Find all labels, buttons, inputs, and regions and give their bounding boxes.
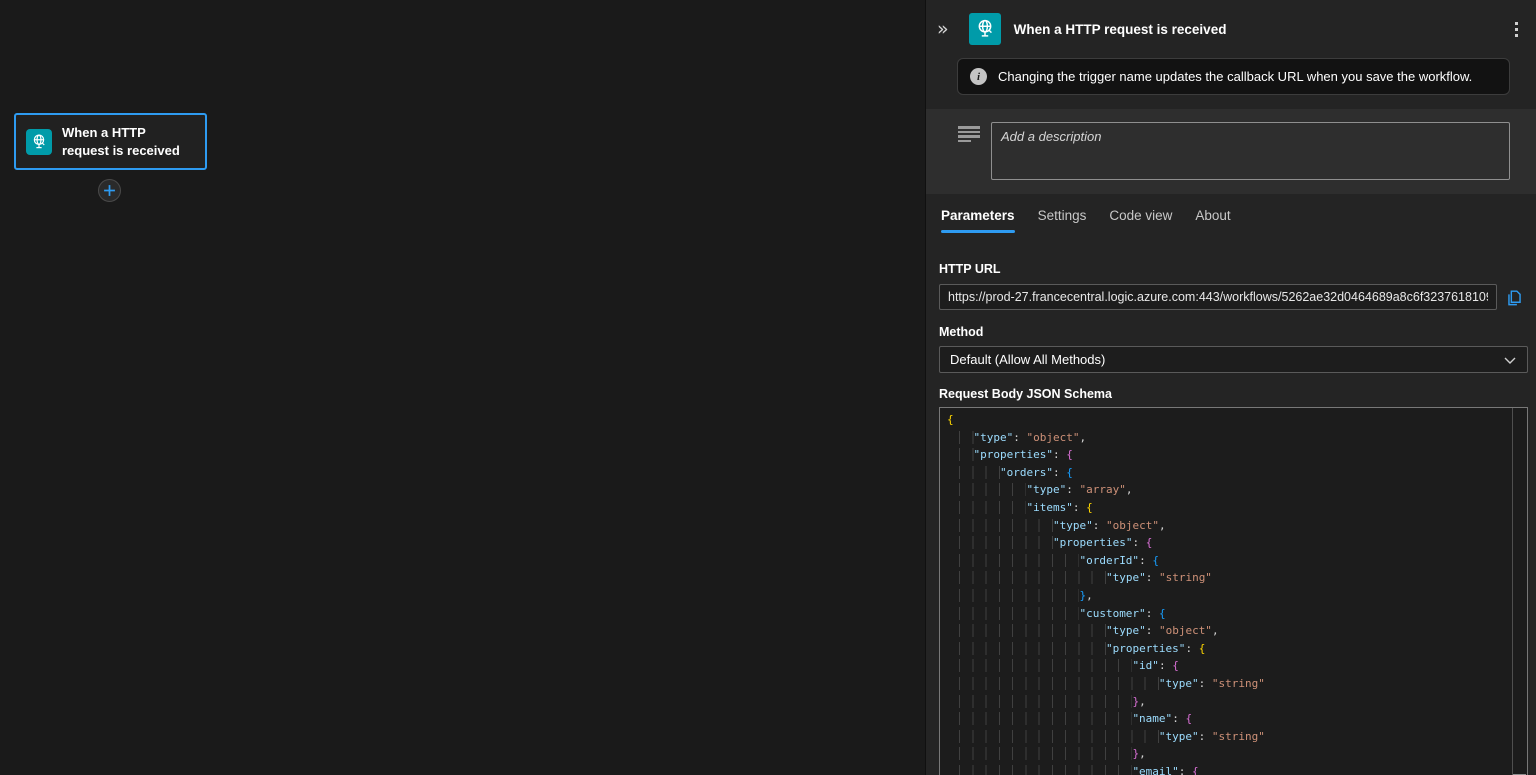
json-schema-editor[interactable]: { "type": "object", "properties": { "ord… bbox=[939, 407, 1528, 775]
http-url-label: HTTP URL bbox=[939, 262, 1527, 276]
add-action-button[interactable] bbox=[98, 179, 121, 202]
description-icon bbox=[958, 126, 980, 180]
panel-header: » When a HTTP request is received bbox=[926, 0, 1536, 45]
tab-about[interactable]: About bbox=[1195, 198, 1230, 233]
parameters-content: HTTP URL Method Default (Allow All Metho… bbox=[926, 233, 1536, 775]
trigger-details-panel: » When a HTTP request is received i Chan… bbox=[925, 0, 1536, 775]
description-section bbox=[926, 109, 1536, 194]
copy-icon bbox=[1505, 288, 1524, 307]
banner-text: Changing the trigger name updates the ca… bbox=[998, 69, 1472, 84]
collapse-panel-icon[interactable]: » bbox=[933, 18, 953, 41]
tab-settings[interactable]: Settings bbox=[1038, 198, 1087, 233]
http-request-trigger-icon bbox=[969, 13, 1001, 45]
trigger-node[interactable]: When a HTTP request is received bbox=[14, 113, 207, 170]
method-dropdown[interactable]: Default (Allow All Methods) bbox=[939, 346, 1528, 373]
http-request-trigger-icon bbox=[26, 129, 52, 155]
method-selected-value: Default (Allow All Methods) bbox=[950, 352, 1105, 367]
info-icon: i bbox=[970, 68, 987, 85]
panel-tabs: Parameters Settings Code view About bbox=[926, 198, 1536, 233]
copy-url-button[interactable] bbox=[1505, 288, 1524, 307]
panel-title: When a HTTP request is received bbox=[1014, 22, 1501, 37]
schema-label: Request Body JSON Schema bbox=[939, 387, 1527, 401]
description-input[interactable] bbox=[991, 122, 1510, 180]
trigger-node-title: When a HTTP request is received bbox=[62, 124, 195, 159]
tab-parameters[interactable]: Parameters bbox=[941, 198, 1015, 233]
logic-apps-designer: When a HTTP request is received » bbox=[0, 0, 1536, 775]
editor-scrollbar-track[interactable] bbox=[1512, 408, 1527, 775]
json-schema-code[interactable]: { "type": "object", "properties": { "ord… bbox=[947, 411, 1503, 775]
workflow-canvas[interactable]: When a HTTP request is received bbox=[0, 0, 925, 775]
http-url-input[interactable] bbox=[939, 284, 1497, 310]
chevron-down-icon bbox=[1503, 353, 1517, 367]
more-options-icon[interactable] bbox=[1509, 18, 1524, 41]
method-label: Method bbox=[939, 325, 1527, 339]
tab-code-view[interactable]: Code view bbox=[1109, 198, 1172, 233]
callback-url-info-banner: i Changing the trigger name updates the … bbox=[957, 58, 1510, 95]
